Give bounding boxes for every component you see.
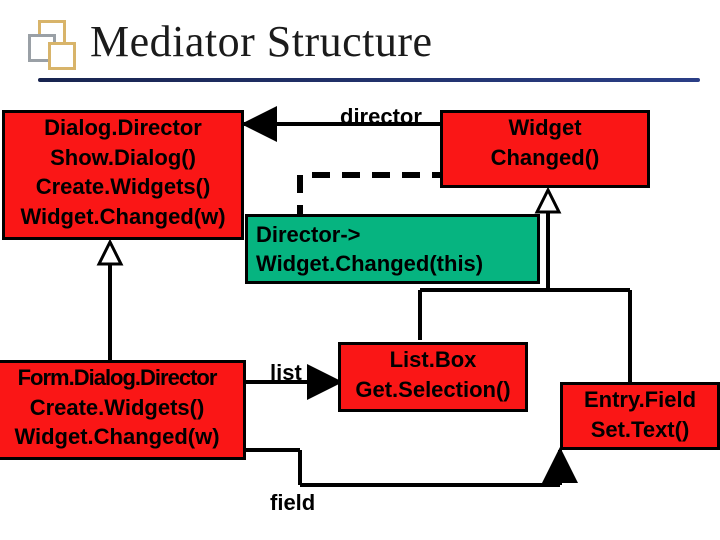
note-director-call: Director-> Widget.Changed(this) <box>245 214 540 284</box>
class-name: Entry.Field <box>563 385 717 415</box>
operation: Set.Text() <box>563 415 717 445</box>
assoc-label-director: director <box>340 104 422 130</box>
class-list-box: List.Box Get.Selection() <box>338 342 528 412</box>
title-underline <box>38 78 700 82</box>
operation: Show.Dialog() <box>5 143 241 173</box>
note-line: Widget.Changed(this) <box>256 250 529 279</box>
class-widget: Widget Changed() <box>440 110 650 188</box>
class-name: Widget <box>443 113 647 143</box>
operation: Widget.Changed(w) <box>5 202 241 232</box>
class-name: Dialog.Director <box>5 113 241 143</box>
class-entry-field: Entry.Field Set.Text() <box>560 382 720 450</box>
title-ornament <box>28 20 78 70</box>
operation: Create.Widgets() <box>0 393 243 423</box>
slide: Mediator Structure Dialog.Direct <box>0 0 720 540</box>
operation: Get.Selection() <box>341 375 525 405</box>
operation: Widget.Changed(w) <box>0 422 243 452</box>
assoc-label-list: list <box>270 360 302 386</box>
class-form-dialog-director: Form.Dialog.Director Create.Widgets() Wi… <box>0 360 246 460</box>
slide-title: Mediator Structure <box>90 16 433 67</box>
operation: Changed() <box>443 143 647 173</box>
note-line: Director-> <box>256 221 529 250</box>
class-name: Form.Dialog.Director <box>0 363 243 393</box>
assoc-label-field: field <box>270 490 315 516</box>
class-name: List.Box <box>341 345 525 375</box>
class-dialog-director: Dialog.Director Show.Dialog() Create.Wid… <box>2 110 244 240</box>
operation: Create.Widgets() <box>5 172 241 202</box>
